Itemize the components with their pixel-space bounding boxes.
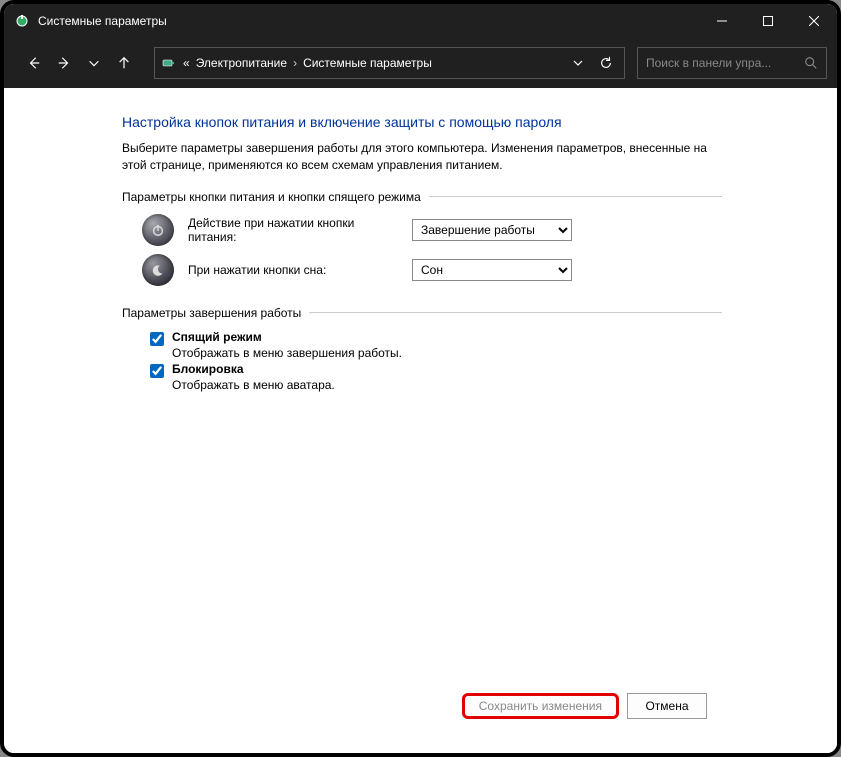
search-icon — [804, 56, 818, 70]
battery-icon — [159, 55, 179, 71]
breadcrumb-prefix: « — [183, 56, 190, 70]
forward-button[interactable] — [52, 51, 76, 75]
checkbox-sleep[interactable] — [150, 332, 164, 346]
divider — [429, 196, 722, 197]
divider — [309, 312, 722, 313]
recent-dropdown[interactable] — [82, 51, 106, 75]
window-controls — [699, 4, 837, 38]
group-shutdown-header: Параметры завершения работы — [122, 306, 722, 320]
window-title: Системные параметры — [38, 14, 699, 28]
close-button[interactable] — [791, 4, 837, 38]
group-shutdown-title: Параметры завершения работы — [122, 306, 301, 320]
checkbox-lock-row: Блокировка Отображать в меню аватара. — [122, 362, 807, 392]
maximize-button[interactable] — [745, 4, 791, 38]
breadcrumb-item-system[interactable]: Системные параметры — [303, 56, 432, 70]
refresh-button[interactable] — [592, 56, 620, 70]
checkbox-sleep-label: Спящий режим — [172, 330, 402, 344]
checkbox-lock-label: Блокировка — [172, 362, 335, 376]
sleep-button-select[interactable]: Сон — [412, 259, 572, 281]
power-button-row: Действие при нажатии кнопки питания: Зав… — [122, 214, 807, 246]
power-button-label: Действие при нажатии кнопки питания: — [188, 216, 398, 244]
toolbar: « Электропитание › Системные параметры П… — [4, 38, 837, 88]
breadcrumb-item-power[interactable]: Электропитание — [196, 56, 287, 70]
app-icon — [14, 13, 30, 29]
checkbox-lock[interactable] — [150, 364, 164, 378]
cancel-button[interactable]: Отмена — [627, 693, 707, 719]
search-input[interactable]: Поиск в панели упра... — [637, 47, 827, 79]
checkbox-sleep-sub: Отображать в меню завершения работы. — [172, 346, 402, 360]
sleep-icon — [142, 254, 174, 286]
save-button[interactable]: Сохранить изменения — [462, 693, 619, 719]
page-description: Выберите параметры завершения работы для… — [122, 140, 712, 174]
search-placeholder: Поиск в панели упра... — [646, 56, 800, 70]
minimize-button[interactable] — [699, 4, 745, 38]
sleep-button-row: При нажатии кнопки сна: Сон — [122, 254, 807, 286]
address-bar[interactable]: « Электропитание › Системные параметры — [154, 47, 625, 79]
up-button[interactable] — [112, 51, 136, 75]
group-buttons-header: Параметры кнопки питания и кнопки спящег… — [122, 190, 722, 204]
power-icon — [142, 214, 174, 246]
sleep-button-label: При нажатии кнопки сна: — [188, 263, 398, 277]
footer: Сохранить изменения Отмена — [122, 683, 807, 741]
chevron-right-icon: › — [287, 56, 303, 70]
back-button[interactable] — [22, 51, 46, 75]
power-button-select[interactable]: Завершение работы — [412, 219, 572, 241]
page-heading: Настройка кнопок питания и включение защ… — [122, 114, 807, 130]
content-area: Настройка кнопок питания и включение защ… — [4, 88, 837, 753]
checkbox-lock-sub: Отображать в меню аватара. — [172, 378, 335, 392]
address-dropdown[interactable] — [564, 57, 592, 69]
checkbox-sleep-row: Спящий режим Отображать в меню завершени… — [122, 330, 807, 360]
window-frame: Системные параметры — [0, 0, 841, 757]
group-buttons-title: Параметры кнопки питания и кнопки спящег… — [122, 190, 421, 204]
titlebar: Системные параметры — [4, 4, 837, 38]
